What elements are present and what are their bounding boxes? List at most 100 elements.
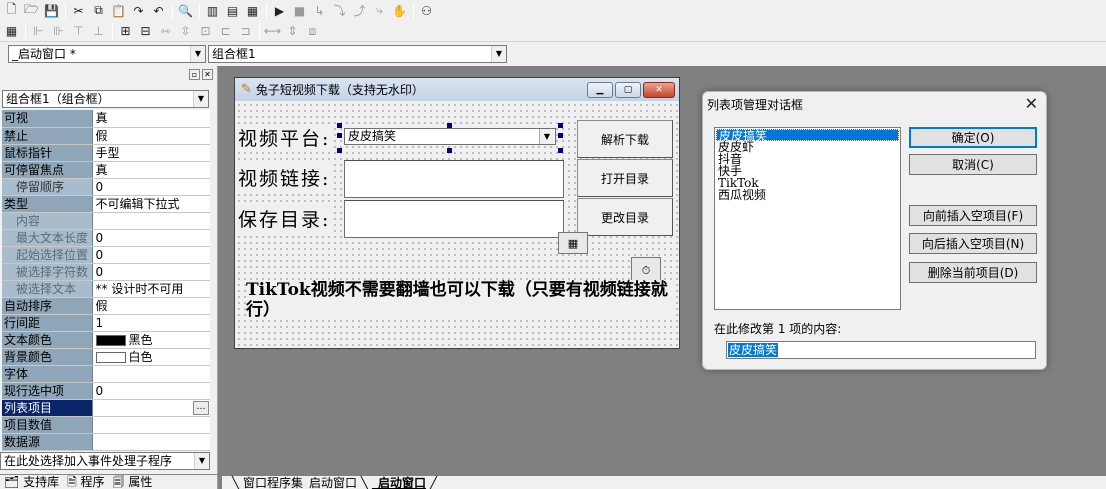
property-value[interactable]: 手型 xyxy=(92,144,210,162)
align-left-icon[interactable]: ⊩ xyxy=(29,22,48,40)
undo-icon[interactable]: ↶ xyxy=(149,2,168,20)
property-row[interactable]: 内容 xyxy=(2,212,210,230)
same-width-icon[interactable]: ⇿ xyxy=(156,22,175,40)
pin-icon[interactable]: ▫ xyxy=(189,69,200,80)
resize-handle[interactable] xyxy=(558,148,563,153)
layout-split-icon[interactable]: ▦ xyxy=(243,2,262,20)
property-value[interactable]: 真 xyxy=(92,110,210,128)
layout-window-icon[interactable]: ▥ xyxy=(203,2,222,20)
resize-handle[interactable] xyxy=(558,123,563,128)
property-value[interactable] xyxy=(92,416,210,434)
property-value[interactable]: 0 xyxy=(92,263,210,281)
property-value[interactable]: 黑色 xyxy=(92,331,210,349)
cut-icon[interactable]: ✂ xyxy=(69,2,88,20)
property-row[interactable]: 可停留焦点真 xyxy=(2,161,210,179)
property-row[interactable]: 现行选中项 0 xyxy=(2,382,210,400)
chevron-down-icon[interactable]: ▼ xyxy=(194,453,209,469)
tab-library[interactable]: 🗂 支持库 xyxy=(4,475,59,489)
design-window[interactable]: ✎ 兔子短视频下载（支持无水印） ▁ ▢ ✕ 视频平台: 皮皮搞笑 ▼ 视频链接… xyxy=(234,77,680,349)
resize-handle[interactable] xyxy=(447,123,452,128)
open-folder-icon[interactable]: 🗁 xyxy=(22,2,41,20)
property-value[interactable]: 不可编辑下拉式 xyxy=(92,195,210,213)
cancel-button[interactable]: 取消(C) xyxy=(909,154,1037,175)
delete-item-button[interactable]: 删除当前项目(D) xyxy=(909,262,1037,283)
property-row[interactable]: 类型 不可编辑下拉式 xyxy=(2,195,210,213)
ellipsis-button[interactable]: … xyxy=(193,400,209,415)
property-value[interactable]: 1 xyxy=(92,314,210,332)
run-to-cursor-icon[interactable]: ⤷ xyxy=(370,2,389,20)
tab-properties[interactable]: 🗐 属性 xyxy=(113,475,153,489)
center-horizontal-icon[interactable]: ⊞ xyxy=(116,22,135,40)
label-link[interactable]: 视频链接: xyxy=(238,164,331,191)
property-value[interactable]: ** 设计时不可用 xyxy=(92,280,210,298)
item-edit-field[interactable]: 皮皮搞笑 xyxy=(726,341,1036,359)
bring-front-icon[interactable]: ⧈ xyxy=(303,22,322,40)
open-dir-button[interactable]: 打开目录 xyxy=(577,159,673,197)
insert-after-button[interactable]: 向后插入空项目(N) xyxy=(909,233,1037,254)
grid-icon[interactable]: ▦ xyxy=(2,22,21,40)
paste-icon[interactable]: 📋 xyxy=(109,2,128,20)
step-out-icon[interactable]: ⤴ xyxy=(350,2,369,20)
redo-icon[interactable]: ↷ xyxy=(129,2,148,20)
resize-handle[interactable] xyxy=(337,148,342,153)
step-into-icon[interactable]: ⤵ xyxy=(330,2,349,20)
property-row[interactable]: 数据源 xyxy=(2,433,210,451)
property-row[interactable]: 起始选择位置 0 xyxy=(2,246,210,264)
close-icon[interactable]: ✕ xyxy=(1025,94,1038,113)
window-selector[interactable]: _启动窗口 * ▼ xyxy=(8,45,206,63)
property-row[interactable]: 被选择字符数 0 xyxy=(2,263,210,281)
stop-icon[interactable]: ■ xyxy=(290,2,309,20)
resize-handle[interactable] xyxy=(337,133,342,138)
label-save[interactable]: 保存目录: xyxy=(238,205,331,232)
object-selector[interactable]: 组合框1（组合框） ▼ xyxy=(2,90,209,108)
resize-handle[interactable] xyxy=(558,133,563,138)
property-row[interactable]: 鼠标指针 手型 xyxy=(2,144,210,162)
property-value[interactable]: 假 xyxy=(92,127,210,145)
property-row[interactable]: 背景颜色 白色 xyxy=(2,348,210,366)
space-horizontal-icon[interactable]: ⊏ xyxy=(216,22,235,40)
tab-program[interactable]: 🗎 程序 xyxy=(67,475,104,489)
tab-program-set[interactable]: ╲ 窗口程序集_启动窗口 ╲ xyxy=(232,476,368,489)
property-row[interactable]: 停留顺序 0 xyxy=(2,178,210,196)
run-icon[interactable]: ▶ xyxy=(270,2,289,20)
change-dir-button[interactable]: 更改目录 xyxy=(577,198,673,236)
spread-vertical-icon[interactable]: ⇕ xyxy=(283,22,302,40)
new-file-icon[interactable]: 🗋 xyxy=(2,2,21,20)
property-row[interactable]: 字体 xyxy=(2,365,210,383)
event-selector[interactable]: 在此处选择加入事件处理子程序 ▼ xyxy=(0,452,210,470)
item-listbox[interactable]: 皮皮搞笑 皮皮虾 抖音 快手 TikTok 西瓜视频 xyxy=(714,127,901,310)
maximize-icon[interactable]: ▢ xyxy=(615,82,641,98)
property-value[interactable] xyxy=(92,365,210,383)
spread-horizontal-icon[interactable]: ⟷ xyxy=(263,22,282,40)
minimize-icon[interactable]: ▁ xyxy=(587,82,613,98)
property-value[interactable]: 0 xyxy=(92,382,210,400)
property-row[interactable]: 禁止假 xyxy=(2,127,210,145)
platform-combo[interactable]: 皮皮搞笑 ▼ xyxy=(344,128,556,145)
align-center-icon[interactable]: ⊪ xyxy=(49,22,68,40)
combo-control-icon[interactable]: ▦ xyxy=(558,232,588,254)
chevron-down-icon[interactable]: ▼ xyxy=(190,46,205,62)
list-item-dialog[interactable]: 列表项管理对话框 ✕ 皮皮搞笑 皮皮虾 抖音 快手 TikTok 西瓜视频 确定(O) 取… xyxy=(702,91,1047,370)
binoculars-icon[interactable]: ⚇ xyxy=(417,2,436,20)
list-item[interactable]: 西瓜视频 xyxy=(716,189,899,201)
step-over-icon[interactable]: ↳ xyxy=(310,2,329,20)
property-value[interactable]: 真 xyxy=(92,161,210,179)
layout-code-icon[interactable]: ▤ xyxy=(223,2,242,20)
space-vertical-icon[interactable]: ⊐ xyxy=(236,22,255,40)
property-value[interactable]: 0 xyxy=(92,178,210,196)
property-row[interactable]: 最大文本长度 0 xyxy=(2,229,210,247)
ok-button[interactable]: 确定(O) xyxy=(909,127,1037,148)
list-item[interactable]: 抖音 xyxy=(716,153,899,165)
find-icon[interactable]: 🔍 xyxy=(176,2,195,20)
close-icon[interactable]: ✕ xyxy=(643,82,675,98)
align-bottom-icon[interactable]: ⊥ xyxy=(89,22,108,40)
close-icon[interactable]: ✕ xyxy=(202,69,213,80)
resize-handle[interactable] xyxy=(337,123,342,128)
resize-handle[interactable] xyxy=(447,148,452,153)
control-selector[interactable]: 组合框1 ▼ xyxy=(208,45,507,63)
center-vertical-icon[interactable]: ⊟ xyxy=(136,22,155,40)
property-row[interactable]: 行间距 1 xyxy=(2,314,210,332)
same-size-icon[interactable]: ⊡ xyxy=(196,22,215,40)
list-item[interactable]: 皮皮虾 xyxy=(716,141,899,153)
hand-icon[interactable]: ✋ xyxy=(390,2,409,20)
